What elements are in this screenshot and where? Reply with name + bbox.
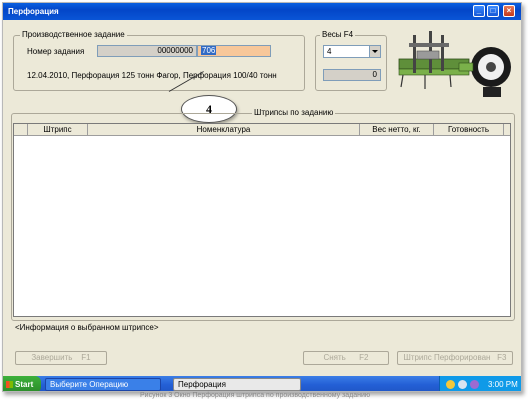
start-button[interactable]: Start [3,376,41,391]
task-number-input-value: 706 [201,46,217,55]
remove-button-label: Снять [323,353,346,362]
window-title: Перфорация [8,7,59,16]
row-selector-header [14,124,28,136]
chevron-down-icon[interactable] [369,46,380,57]
production-task-group: Производственное задание [13,30,305,91]
figure-caption: Рисунок 3 Окно Перфорация штрипса по про… [140,392,371,399]
complete-button-label: Завершить [31,353,73,362]
perforated-button-label: Штрипс Перфорирован [403,353,491,362]
scales-select[interactable]: 4 [323,45,381,58]
close-button[interactable]: × [503,5,515,17]
column-header-readiness[interactable]: Готовность [434,124,504,136]
minimize-button[interactable]: _ [473,5,485,17]
start-label: Start [15,380,34,389]
complete-button[interactable]: Завершить F1 [15,351,107,365]
taskbar: Start Выберите Операцию Перфорация 3:00 … [3,376,521,391]
column-header-nomenclature[interactable]: Номенклатура [88,124,360,136]
perforation-machine-image [398,31,511,97]
security-icon[interactable] [458,380,467,389]
table-header: Штрипс Номенклатура Вес нетто, кг. Готов… [14,124,510,136]
task-number-label: Номер задания [27,47,85,56]
clock: 3:00 PM [488,380,518,389]
taskbar-item-select-operation[interactable]: Выберите Операцию [45,378,161,391]
system-tray: 3:00 PM [439,376,521,391]
column-header-net-weight[interactable]: Вес нетто, кг. [360,124,434,136]
task-number-prefix-field: 00000000 [97,45,197,57]
column-header-barcode[interactable]: Штрипс [28,124,88,136]
windows-logo-icon [6,381,13,388]
selected-barcode-info: <Информация о выбранном штрипсе> [15,323,159,332]
title-bar: Перфорация _ □ × [3,3,521,20]
weight-display: 0 [323,69,381,81]
remove-button[interactable]: Снять F2 [303,351,389,365]
barcodes-group-label: Штрипсы по заданию [252,108,336,117]
complete-button-key: F1 [81,353,91,362]
task-number-input[interactable]: 706 [197,45,271,57]
scales-group: Весы F4 [315,30,387,91]
perforated-button[interactable]: Штрипс Перфорирован F3 [397,351,513,365]
task-description: 12.04.2010, Перфорация 125 тонн Фагор, П… [27,71,277,80]
taskbar-item-perforation[interactable]: Перфорация [173,378,301,391]
maximize-button[interactable]: □ [487,5,499,17]
volume-icon[interactable] [470,380,479,389]
barcodes-table[interactable]: Штрипс Номенклатура Вес нетто, кг. Готов… [13,123,511,317]
perforated-button-key: F3 [497,353,507,362]
remove-button-key: F2 [359,353,369,362]
scales-group-label: Весы F4 [320,30,356,39]
network-icon[interactable] [446,380,455,389]
scales-select-value: 4 [327,47,332,56]
production-task-group-label: Производственное задание [20,30,127,39]
application-window: Перфорация _ □ × Производственное задани… [2,2,522,392]
